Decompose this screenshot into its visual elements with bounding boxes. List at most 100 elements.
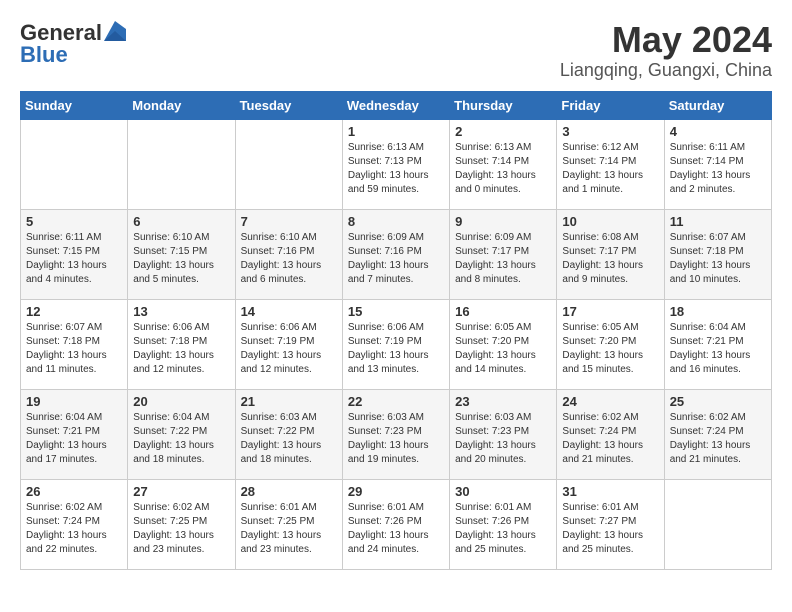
day-cell: 26 Sunrise: 6:02 AMSunset: 7:24 PMDayligh…	[21, 479, 128, 569]
day-number: 8	[348, 214, 444, 229]
day-number: 6	[133, 214, 229, 229]
day-cell: 8 Sunrise: 6:09 AMSunset: 7:16 PMDaylight…	[342, 209, 449, 299]
location-title: Liangqing, Guangxi, China	[560, 60, 772, 81]
header-day-tuesday: Tuesday	[235, 91, 342, 119]
day-number: 15	[348, 304, 444, 319]
day-info: Sunrise: 6:01 AMSunset: 7:27 PMDaylight:…	[562, 501, 658, 557]
day-cell: 2 Sunrise: 6:13 AMSunset: 7:14 PMDaylight…	[450, 119, 557, 209]
day-cell: 21 Sunrise: 6:03 AMSunset: 7:22 PMDayligh…	[235, 389, 342, 479]
logo-blue-text: Blue	[20, 42, 68, 68]
day-cell	[664, 479, 771, 569]
day-info: Sunrise: 6:07 AMSunset: 7:18 PMDaylight:…	[670, 231, 766, 287]
day-info: Sunrise: 6:03 AMSunset: 7:22 PMDaylight:…	[241, 411, 337, 467]
day-number: 26	[26, 484, 122, 499]
day-info: Sunrise: 6:03 AMSunset: 7:23 PMDaylight:…	[348, 411, 444, 467]
day-number: 28	[241, 484, 337, 499]
day-info: Sunrise: 6:05 AMSunset: 7:20 PMDaylight:…	[562, 321, 658, 377]
day-number: 22	[348, 394, 444, 409]
day-cell	[128, 119, 235, 209]
day-cell: 22 Sunrise: 6:03 AMSunset: 7:23 PMDayligh…	[342, 389, 449, 479]
day-info: Sunrise: 6:12 AMSunset: 7:14 PMDaylight:…	[562, 141, 658, 197]
day-cell: 30 Sunrise: 6:01 AMSunset: 7:26 PMDayligh…	[450, 479, 557, 569]
day-info: Sunrise: 6:08 AMSunset: 7:17 PMDaylight:…	[562, 231, 658, 287]
day-cell: 19Sunrise: 6:04 AMSunset: 7:21 PMDayligh…	[21, 389, 128, 479]
day-number: 30	[455, 484, 551, 499]
day-info: Sunrise: 6:11 AMSunset: 7:15 PMDaylight:…	[26, 231, 122, 287]
day-number: 25	[670, 394, 766, 409]
day-cell: 31 Sunrise: 6:01 AMSunset: 7:27 PMDayligh…	[557, 479, 664, 569]
day-info: Sunrise: 6:09 AMSunset: 7:16 PMDaylight:…	[348, 231, 444, 287]
day-cell: 27Sunrise: 6:02 AMSunset: 7:25 PMDayligh…	[128, 479, 235, 569]
day-cell: 3 Sunrise: 6:12 AMSunset: 7:14 PMDaylight…	[557, 119, 664, 209]
day-number: 10	[562, 214, 658, 229]
day-cell: 7 Sunrise: 6:10 AMSunset: 7:16 PMDaylight…	[235, 209, 342, 299]
day-cell	[21, 119, 128, 209]
day-number: 12	[26, 304, 122, 319]
day-number: 1	[348, 124, 444, 139]
day-cell: 13 Sunrise: 6:06 AMSunset: 7:18 PMDayligh…	[128, 299, 235, 389]
day-cell: 16 Sunrise: 6:05 AMSunset: 7:20 PMDayligh…	[450, 299, 557, 389]
day-info: Sunrise: 6:10 AMSunset: 7:16 PMDaylight:…	[241, 231, 337, 287]
day-number: 23	[455, 394, 551, 409]
day-cell: 10 Sunrise: 6:08 AMSunset: 7:17 PMDayligh…	[557, 209, 664, 299]
day-info: Sunrise: 6:06 AMSunset: 7:19 PMDaylight:…	[241, 321, 337, 377]
day-cell: 11 Sunrise: 6:07 AMSunset: 7:18 PMDayligh…	[664, 209, 771, 299]
calendar-table: SundayMondayTuesdayWednesdayThursdayFrid…	[20, 91, 772, 570]
week-row-3: 12Sunrise: 6:07 AMSunset: 7:18 PMDayligh…	[21, 299, 772, 389]
day-number: 17	[562, 304, 658, 319]
day-info: Sunrise: 6:01 AMSunset: 7:26 PMDaylight:…	[455, 501, 551, 557]
header-day-thursday: Thursday	[450, 91, 557, 119]
day-number: 3	[562, 124, 658, 139]
day-cell: 6Sunrise: 6:10 AMSunset: 7:15 PMDaylight…	[128, 209, 235, 299]
day-number: 29	[348, 484, 444, 499]
day-cell: 4 Sunrise: 6:11 AMSunset: 7:14 PMDaylight…	[664, 119, 771, 209]
day-number: 18	[670, 304, 766, 319]
day-info: Sunrise: 6:03 AMSunset: 7:23 PMDaylight:…	[455, 411, 551, 467]
day-info: Sunrise: 6:01 AMSunset: 7:26 PMDaylight:…	[348, 501, 444, 557]
day-info: Sunrise: 6:05 AMSunset: 7:20 PMDaylight:…	[455, 321, 551, 377]
day-cell: 28 Sunrise: 6:01 AMSunset: 7:25 PMDayligh…	[235, 479, 342, 569]
day-number: 21	[241, 394, 337, 409]
day-cell: 23 Sunrise: 6:03 AMSunset: 7:23 PMDayligh…	[450, 389, 557, 479]
week-row-2: 5 Sunrise: 6:11 AMSunset: 7:15 PMDaylight…	[21, 209, 772, 299]
day-info: Sunrise: 6:02 AMSunset: 7:24 PMDaylight:…	[670, 411, 766, 467]
day-info: Sunrise: 6:11 AMSunset: 7:14 PMDaylight:…	[670, 141, 766, 197]
day-info: Sunrise: 6:06 AMSunset: 7:18 PMDaylight:…	[133, 321, 229, 377]
day-cell: 14Sunrise: 6:06 AMSunset: 7:19 PMDayligh…	[235, 299, 342, 389]
day-cell: 29 Sunrise: 6:01 AMSunset: 7:26 PMDayligh…	[342, 479, 449, 569]
day-number: 2	[455, 124, 551, 139]
day-info: Sunrise: 6:04 AMSunset: 7:21 PMDaylight:…	[26, 411, 122, 467]
day-number: 20	[133, 394, 229, 409]
day-cell: 15Sunrise: 6:06 AMSunset: 7:19 PMDayligh…	[342, 299, 449, 389]
day-cell: 18 Sunrise: 6:04 AMSunset: 7:21 PMDayligh…	[664, 299, 771, 389]
day-cell: 17 Sunrise: 6:05 AMSunset: 7:20 PMDayligh…	[557, 299, 664, 389]
logo: General Blue	[20, 20, 126, 68]
day-info: Sunrise: 6:09 AMSunset: 7:17 PMDaylight:…	[455, 231, 551, 287]
logo-icon	[104, 21, 126, 41]
day-number: 11	[670, 214, 766, 229]
header: General Blue May 2024 Liangqing, Guangxi…	[20, 20, 772, 81]
day-info: Sunrise: 6:02 AMSunset: 7:24 PMDaylight:…	[26, 501, 122, 557]
day-number: 16	[455, 304, 551, 319]
day-cell: 12Sunrise: 6:07 AMSunset: 7:18 PMDayligh…	[21, 299, 128, 389]
day-number: 9	[455, 214, 551, 229]
day-info: Sunrise: 6:04 AMSunset: 7:22 PMDaylight:…	[133, 411, 229, 467]
day-number: 7	[241, 214, 337, 229]
week-row-1: 1 Sunrise: 6:13 AMSunset: 7:13 PMDaylight…	[21, 119, 772, 209]
day-info: Sunrise: 6:01 AMSunset: 7:25 PMDaylight:…	[241, 501, 337, 557]
day-info: Sunrise: 6:04 AMSunset: 7:21 PMDaylight:…	[670, 321, 766, 377]
day-number: 31	[562, 484, 658, 499]
header-day-saturday: Saturday	[664, 91, 771, 119]
day-number: 13	[133, 304, 229, 319]
day-info: Sunrise: 6:13 AMSunset: 7:13 PMDaylight:…	[348, 141, 444, 197]
day-number: 5	[26, 214, 122, 229]
header-day-wednesday: Wednesday	[342, 91, 449, 119]
header-row: SundayMondayTuesdayWednesdayThursdayFrid…	[21, 91, 772, 119]
day-info: Sunrise: 6:13 AMSunset: 7:14 PMDaylight:…	[455, 141, 551, 197]
title-area: May 2024 Liangqing, Guangxi, China	[560, 20, 772, 81]
day-cell	[235, 119, 342, 209]
header-day-sunday: Sunday	[21, 91, 128, 119]
day-number: 4	[670, 124, 766, 139]
day-cell: 20 Sunrise: 6:04 AMSunset: 7:22 PMDayligh…	[128, 389, 235, 479]
header-day-friday: Friday	[557, 91, 664, 119]
